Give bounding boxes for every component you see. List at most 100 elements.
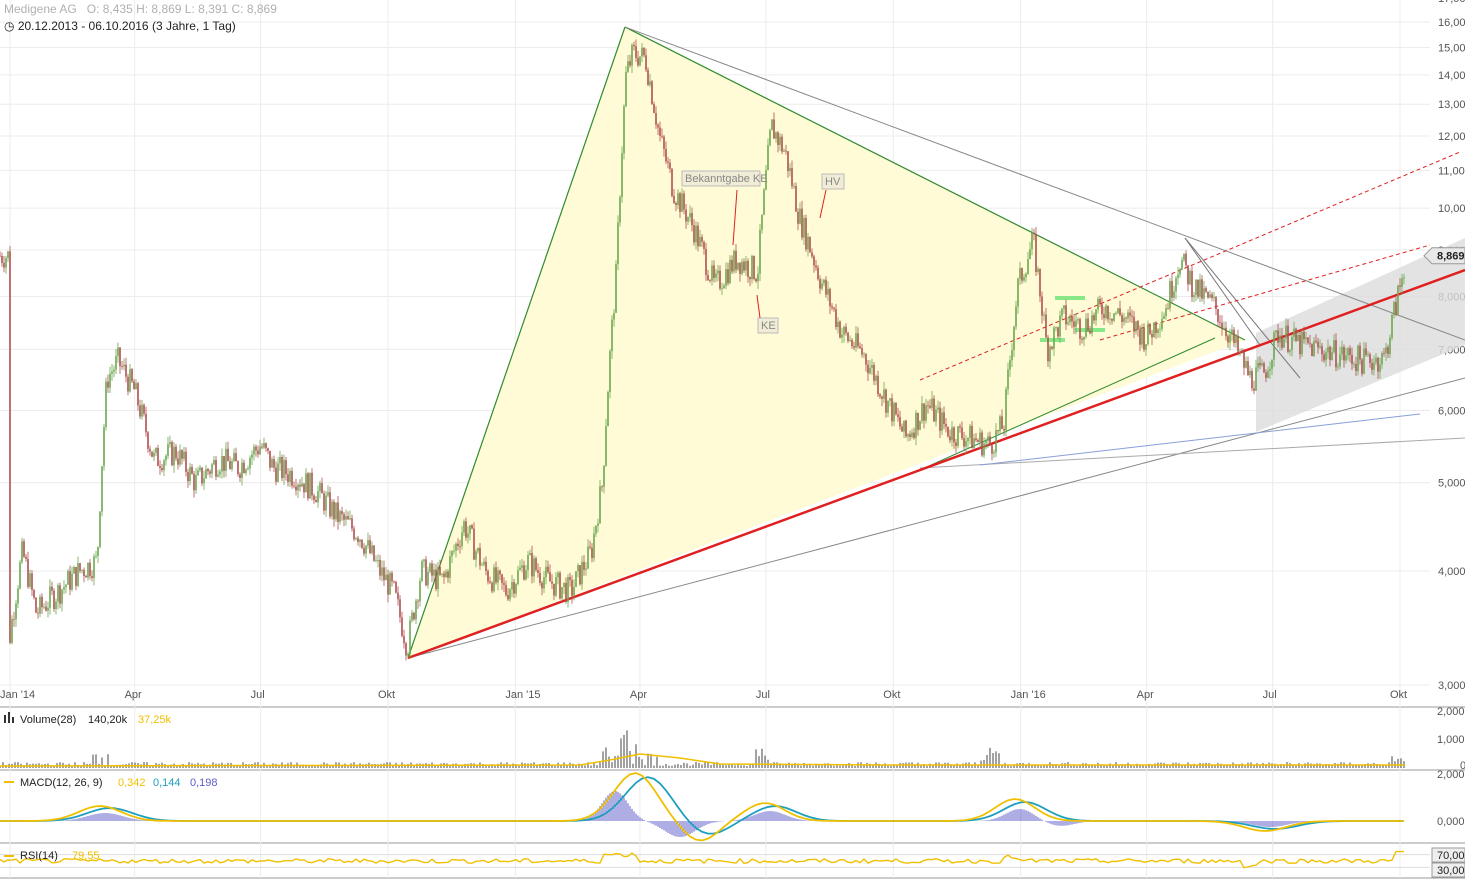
candle-body: [1075, 320, 1077, 327]
candle-body: [537, 570, 539, 573]
candle-body: [1035, 234, 1037, 272]
candle-body: [523, 565, 525, 580]
candle-body: [999, 416, 1001, 432]
candle-body: [1009, 360, 1011, 370]
candle-body: [839, 321, 841, 338]
candle-body: [1245, 361, 1247, 368]
clock-icon: ◷: [4, 19, 15, 33]
candle-body: [95, 555, 97, 557]
candle-body: [1225, 327, 1227, 337]
candle-body: [823, 279, 825, 284]
candle-body: [893, 402, 895, 422]
candle-body: [601, 486, 603, 488]
candle-body: [1351, 354, 1353, 365]
candle-body: [1123, 317, 1125, 322]
macd-title: MACD(12, 26, 9): [20, 777, 103, 789]
candle-body: [1159, 329, 1161, 330]
candle-body: [1355, 363, 1357, 372]
candle-body: [577, 565, 579, 572]
candle-body: [783, 150, 785, 152]
candle-body: [341, 511, 343, 515]
candle-body: [129, 369, 131, 392]
rsi-value: 79,55: [72, 850, 100, 862]
candle-body: [1167, 308, 1169, 310]
candle-body: [579, 565, 581, 585]
candle-body: [535, 558, 537, 571]
candle-body: [995, 430, 997, 453]
candle-body: [937, 407, 939, 410]
candle-body: [1367, 354, 1369, 356]
macd-tick: 0,000: [1437, 816, 1465, 828]
candle-body: [1339, 354, 1341, 367]
candle-body: [141, 404, 143, 417]
candle-body: [391, 572, 393, 582]
candle-body: [1089, 330, 1091, 334]
candle-body: [1173, 291, 1175, 298]
candle-body: [1193, 295, 1195, 298]
candle-body: [59, 585, 61, 604]
candle-body: [611, 319, 613, 352]
candle-body: [209, 471, 211, 474]
candle-body: [127, 376, 129, 392]
candle-body: [591, 547, 593, 559]
candle-body: [1195, 279, 1197, 296]
candle-body: [951, 427, 953, 441]
candle-body: [1001, 416, 1003, 429]
candle-body: [89, 562, 91, 577]
candle-body: [175, 446, 177, 459]
y-tick-label: 14,000: [1438, 70, 1465, 82]
candle-body: [1385, 347, 1387, 354]
candle-body: [507, 595, 509, 600]
candle-body: [603, 465, 605, 487]
candle-body: [543, 577, 545, 589]
candle-body: [497, 570, 499, 583]
candle-body: [1185, 253, 1187, 266]
candle-body: [273, 459, 275, 468]
candle-body: [85, 575, 87, 578]
candle-body: [1189, 270, 1191, 285]
candle-body: [811, 252, 813, 257]
candle-body: [239, 474, 241, 479]
candle-body: [1087, 318, 1089, 331]
candle-body: [835, 309, 837, 328]
candle-body: [491, 582, 493, 592]
candle-body: [1305, 337, 1307, 340]
candle-body: [257, 450, 259, 455]
candle-body: [521, 565, 523, 568]
candle-body: [39, 596, 41, 614]
candle-body: [867, 364, 869, 374]
candle-body: [375, 560, 377, 562]
candle-body: [1295, 328, 1297, 341]
candle-body: [427, 571, 429, 586]
candle-body: [771, 119, 773, 131]
candle-body: [713, 265, 715, 278]
candle-body: [1389, 337, 1391, 354]
candle-body: [567, 577, 569, 602]
candle-body: [907, 434, 909, 437]
candle-body: [317, 491, 319, 503]
candle-body: [137, 383, 139, 406]
candle-body: [779, 136, 781, 145]
rsi-tick: 70,00: [1437, 850, 1465, 862]
candle-body: [227, 448, 229, 462]
candle-body: [155, 447, 157, 453]
candle-body: [539, 572, 541, 583]
candle-body: [541, 582, 543, 589]
candle-body: [613, 312, 615, 320]
candle-body: [697, 225, 699, 247]
candle-body: [133, 381, 135, 390]
candle-body: [483, 561, 485, 565]
candle-body: [473, 528, 475, 560]
chart-title: Medigene AG O: 8,435 H: 8,869 L: 8,391 C…: [4, 2, 277, 16]
candle-body: [11, 619, 13, 643]
candle-body: [553, 583, 555, 596]
candle-body: [685, 209, 687, 222]
annotation-hv: HV: [825, 176, 841, 188]
candle-body: [547, 566, 549, 573]
candle-body: [501, 574, 503, 583]
y-tick-label: 16,000: [1438, 17, 1465, 29]
y-tick-label: 6,000: [1438, 405, 1465, 417]
candle-body: [275, 467, 277, 482]
candle-body: [1255, 367, 1257, 391]
candle-body: [619, 197, 621, 223]
